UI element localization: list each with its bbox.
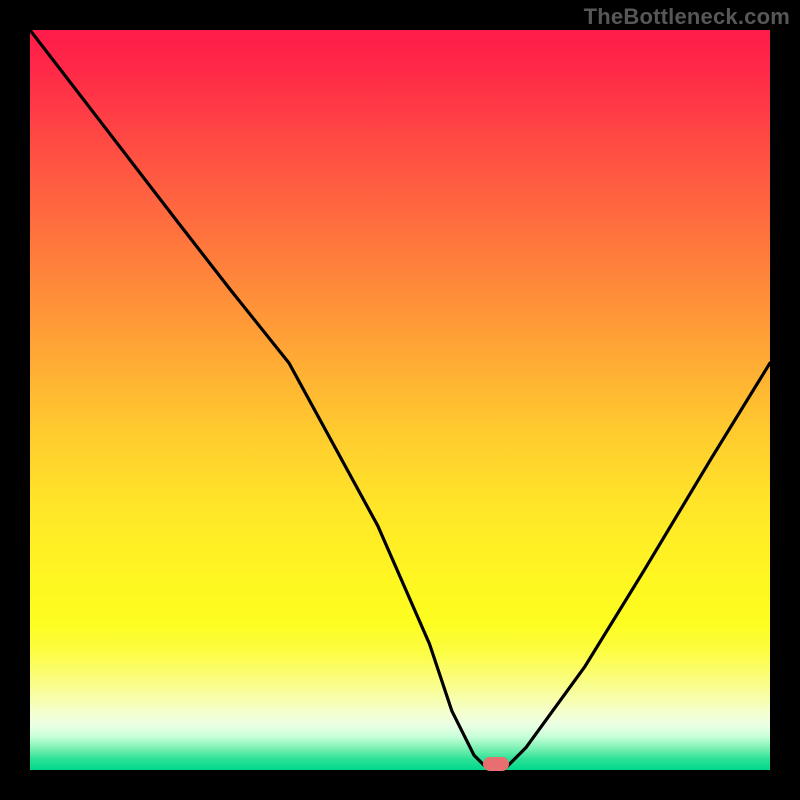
chart-frame: TheBottleneck.com (0, 0, 800, 800)
optimal-point-marker (483, 757, 509, 771)
bottleneck-curve-path (30, 30, 770, 770)
curve-svg (30, 30, 770, 770)
plot-area (30, 30, 770, 770)
watermark-text: TheBottleneck.com (584, 4, 790, 30)
